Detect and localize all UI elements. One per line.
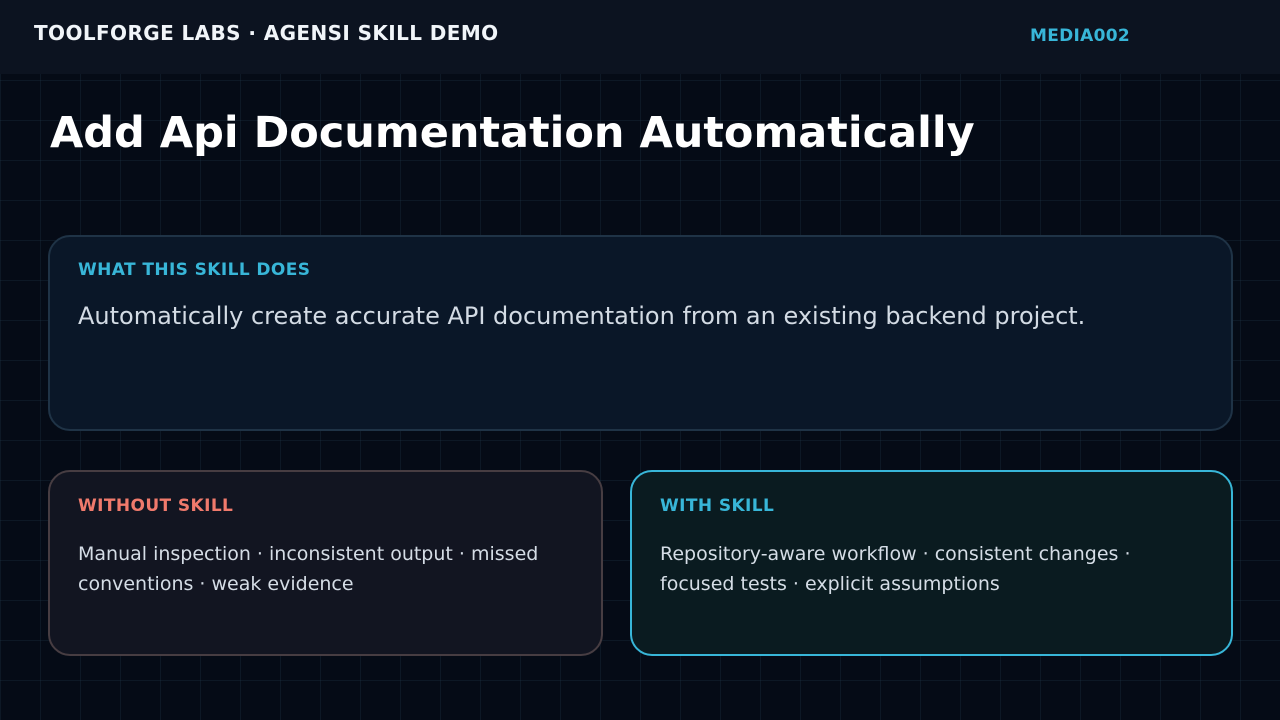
header-bar: TOOLFORGE LABS · AGENSI SKILL DEMO MEDIA… [0,0,1280,74]
page-title: Add Api Documentation Automatically [50,108,975,158]
media-id-label: MEDIA002 [1030,26,1131,46]
without-card-description: Manual inspection · inconsistent output … [78,543,539,595]
what-card-label: WHAT THIS SKILL DOES [78,260,311,280]
with-card-description: Repository-aware workflow · consistent c… [660,543,1131,595]
what-this-skill-does-card: WHAT THIS SKILL DOES Automatically creat… [48,235,1233,431]
what-card-description: Automatically create accurate API docume… [78,302,1086,330]
brand-label: TOOLFORGE LABS · AGENSI SKILL DEMO [34,21,499,45]
slide: TOOLFORGE LABS · AGENSI SKILL DEMO MEDIA… [0,0,1280,720]
without-card-label: WITHOUT SKILL [78,496,234,516]
with-skill-card: WITH SKILL Repository-aware workflow · c… [630,470,1233,656]
with-card-label: WITH SKILL [660,496,775,516]
without-skill-card: WITHOUT SKILL Manual inspection · incons… [48,470,603,656]
